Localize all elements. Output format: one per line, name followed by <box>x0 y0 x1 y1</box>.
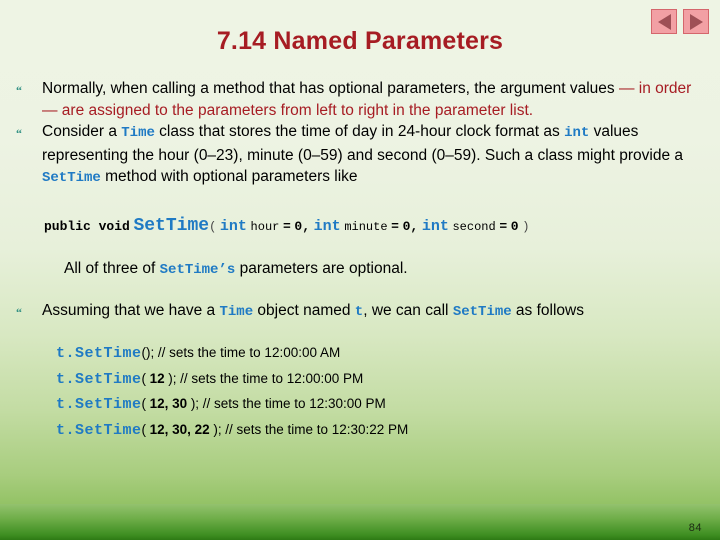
signature-param-3: second <box>452 219 496 234</box>
example-open-paren: ( <box>141 370 147 386</box>
optional-note-segment-2: parameters are optional. <box>235 259 408 277</box>
bullet-item-3: “ Assuming that we have a Time object na… <box>16 300 706 324</box>
bullet-3-text: Assuming that we have a Time object name… <box>42 300 706 324</box>
signature-close-paren: ) <box>522 219 530 234</box>
optional-note-segment-1: All of three of <box>64 259 160 277</box>
signature-type-2: int <box>313 217 341 235</box>
bullet-glyph: “ <box>16 83 22 97</box>
bullet-3-segment-2: object named <box>253 301 355 319</box>
example-call-row: t.SetTime( 12 ); // sets the time to 12:… <box>56 371 706 397</box>
bullet-2-segment-2: class that stores the time of day in 24-… <box>154 123 565 140</box>
bullet-2-segment-1: Consider a <box>42 123 122 140</box>
bullet-3-segment-1: Assuming that we have a <box>42 301 220 319</box>
signature-param-1: hour <box>250 219 280 234</box>
example-call-name: t.SetTime <box>56 421 142 439</box>
bullet-item-2: “ Consider a Time class that stores the … <box>16 121 706 190</box>
signature-keywords: public void <box>44 218 130 234</box>
example-close-paren: ); <box>168 370 177 386</box>
code-token-settimes: SetTime’s <box>159 261 236 278</box>
optional-parameters-note: All of three of SetTime’s parameters are… <box>64 260 706 278</box>
example-call-name: t.SetTime <box>56 345 142 362</box>
signature-equals-1: = <box>282 218 291 234</box>
example-close-paren: ); <box>190 396 200 411</box>
example-call-name: t.SetTime <box>56 370 142 388</box>
code-token-settime: SetTime <box>452 303 512 320</box>
example-comment: // sets the time to 12:00:00 PM <box>180 370 364 386</box>
bullet-2-segment-4: method with optional parameters like <box>100 168 358 185</box>
signature-equals-3: = <box>499 218 508 234</box>
example-open-paren: ( <box>141 421 147 437</box>
bullet-glyph: “ <box>16 126 22 140</box>
signature-param-2: minute <box>344 219 388 234</box>
signature-type-3: int <box>421 217 449 235</box>
bullet-3-segment-3: , we can call <box>363 301 453 319</box>
method-signature-code: public void SetTime( int hour = 0, int m… <box>44 216 706 236</box>
code-token-int: int <box>564 125 590 141</box>
example-close-paren: ); <box>213 421 222 437</box>
signature-default-3: 0 <box>510 218 519 234</box>
signature-type-1: int <box>219 217 247 235</box>
signature-comma-2: , <box>410 218 419 234</box>
example-comment: // sets the time to 12:00:00 AM <box>157 345 341 360</box>
bullet-item-1: “ Normally, when calling a method that h… <box>16 78 706 121</box>
example-args: 12, 30 <box>149 396 188 411</box>
example-call-row: t.SetTime( 12, 30 ); // sets the time to… <box>56 396 706 422</box>
code-token-t: t <box>354 303 364 320</box>
slide-canvas: 7.14 Named Parameters “ Normally, when c… <box>0 0 720 540</box>
signature-open-paren: ( <box>209 219 217 234</box>
bullet-1-text: Normally, when calling a method that has… <box>42 78 706 121</box>
bullet-glyph: “ <box>16 304 22 319</box>
signature-comma-1: , <box>302 218 311 234</box>
code-token-settime: SetTime <box>42 170 101 186</box>
signature-method-name: SetTime <box>133 215 210 236</box>
bullet-1-segment-1: Normally, when calling a method that has… <box>42 80 619 97</box>
example-args: 12, 30, 22 <box>149 421 210 437</box>
page-number: 84 <box>688 522 702 534</box>
bullet-2-text: Consider a Time class that stores the ti… <box>42 121 706 190</box>
example-comment: // sets the time to 12:30:00 PM <box>202 396 386 411</box>
slide-body: “ Normally, when calling a method that h… <box>16 78 706 447</box>
example-call-name: t.SetTime <box>56 396 142 413</box>
example-args: 12 <box>149 370 165 386</box>
signature-equals-2: = <box>391 218 399 234</box>
example-close-paren: ); <box>146 345 155 360</box>
footer-bar <box>0 504 720 540</box>
example-call-list: t.SetTime(); // sets the time to 12:00:0… <box>56 345 706 447</box>
example-open-paren: ( <box>141 396 147 411</box>
example-comment: // sets the time to 12:30:22 PM <box>225 421 409 437</box>
example-call-row: t.SetTime(); // sets the time to 12:00:0… <box>56 345 706 371</box>
code-token-time: Time <box>219 303 254 320</box>
example-call-row: t.SetTime( 12, 30, 22 ); // sets the tim… <box>56 422 706 448</box>
bullet-3-segment-4: as follows <box>511 301 584 319</box>
code-token-time: Time <box>121 125 155 141</box>
slide-title: 7.14 Named Parameters <box>216 27 504 55</box>
